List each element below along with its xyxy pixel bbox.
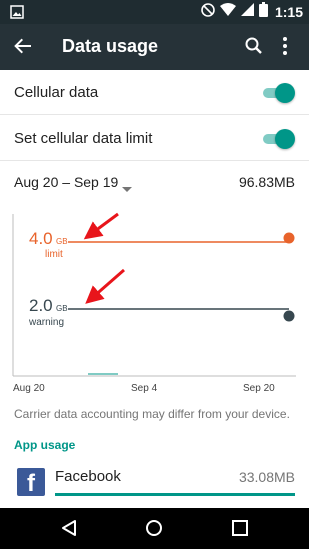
- page-title: Data usage: [62, 36, 159, 56]
- carrier-disclaimer: Carrier data accounting may differ from …: [14, 407, 290, 421]
- cycle-total-usage: 96.83MB: [238, 174, 295, 190]
- facebook-icon: f: [17, 468, 45, 497]
- annotation-arrow-limit: [83, 212, 119, 240]
- app-usage-amount: 33.08MB: [238, 469, 295, 485]
- more-vert-icon[interactable]: [282, 36, 288, 61]
- back-triangle-icon[interactable]: [60, 519, 78, 542]
- cellular-data-label: Cellular data: [14, 84, 99, 101]
- chevron-down-icon[interactable]: [122, 180, 132, 198]
- data-limit-label: Set cellular data limit: [14, 130, 153, 147]
- app-usage-header: App usage: [14, 438, 76, 452]
- recents-square-icon[interactable]: [231, 519, 249, 542]
- usage-cycle: Aug 20 – Sep 19 96.83MB: [0, 162, 309, 202]
- battery-icon: [258, 2, 268, 22]
- app-bar: Data usage: [0, 24, 309, 70]
- x-tick-label: Sep 4: [131, 383, 158, 394]
- back-arrow-icon[interactable]: [14, 37, 32, 60]
- search-icon[interactable]: [244, 36, 264, 61]
- warning-label: warning: [28, 317, 64, 328]
- app-name: Facebook: [55, 468, 121, 485]
- limit-unit: GB: [56, 237, 68, 246]
- data-limit-toggle[interactable]: [263, 129, 295, 149]
- annotation-arrow-warning: [85, 268, 125, 304]
- cycle-range-dropdown[interactable]: Aug 20 – Sep 19: [14, 174, 118, 190]
- data-limit-row[interactable]: Set cellular data limit: [0, 116, 309, 161]
- home-circle-icon[interactable]: [145, 519, 163, 542]
- warning-handle[interactable]: [283, 310, 295, 322]
- status-bar: 1:15: [0, 0, 309, 24]
- app-usage-bar: [55, 493, 295, 496]
- x-tick-label: Aug 20: [13, 383, 45, 394]
- usage-chart: 4.0 GB limit 2.0 GB warning Aug 20 Sep 4…: [0, 206, 309, 396]
- wifi-icon: [219, 2, 236, 22]
- limit-value: 4.0: [29, 229, 53, 248]
- app-usage-bar-fill: [55, 493, 295, 496]
- navigation-bar: [0, 508, 309, 549]
- status-time: 1:15: [274, 4, 303, 20]
- warning-value: 2.0: [29, 296, 53, 315]
- dnd-icon: [201, 2, 215, 22]
- limit-handle[interactable]: [283, 232, 295, 244]
- warning-unit: GB: [56, 304, 68, 313]
- usage-chart-svg: 4.0 GB limit 2.0 GB warning Aug 20 Sep 4…: [12, 212, 296, 394]
- limit-label: limit: [45, 249, 63, 260]
- cellular-icon: [240, 3, 254, 21]
- cellular-data-row[interactable]: Cellular data: [0, 70, 309, 115]
- image-icon: [10, 5, 24, 24]
- x-tick-label: Sep 20: [243, 383, 275, 394]
- list-item[interactable]: f Facebook 33.08MB: [0, 458, 309, 508]
- cellular-data-toggle[interactable]: [263, 83, 295, 103]
